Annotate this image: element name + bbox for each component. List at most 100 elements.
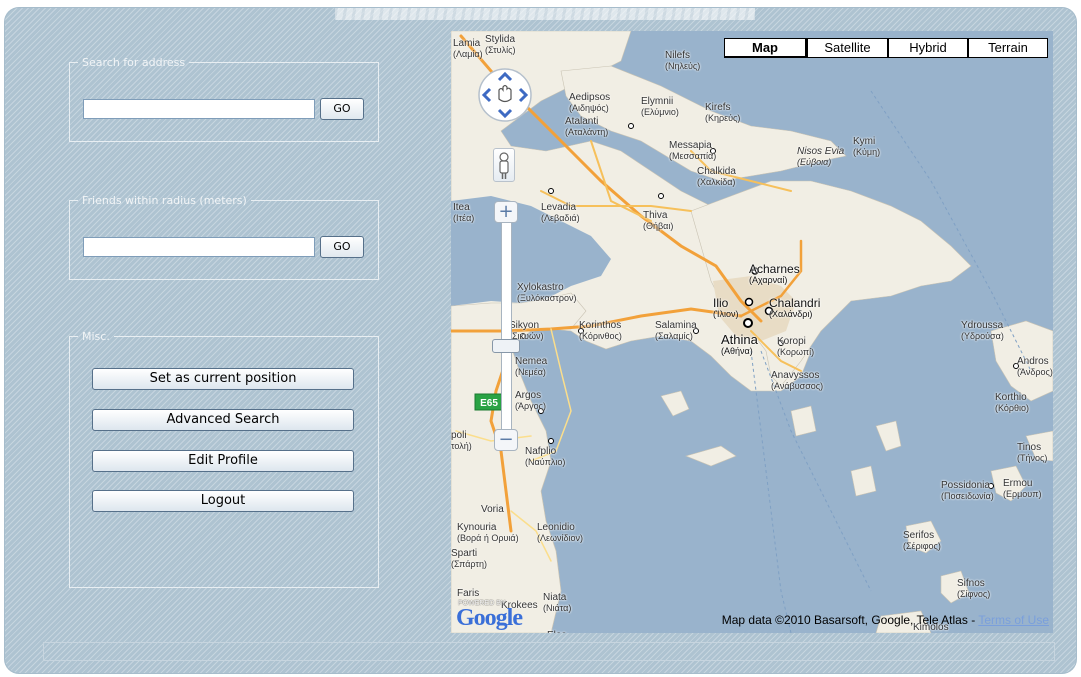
map-type-terrain-button[interactable]: Terrain xyxy=(968,38,1048,58)
misc-legend: Misc. xyxy=(82,330,110,343)
advanced-search-button[interactable]: Advanced Search xyxy=(92,409,354,431)
map-label-name: Tinos xyxy=(1017,442,1042,453)
map-label-name: Korinthos xyxy=(579,320,622,331)
map-label-greek: (Ερμουπ) xyxy=(1003,488,1042,499)
map-label-name: Ilio xyxy=(713,296,729,310)
map-label-name: Nilefs xyxy=(665,50,691,61)
logout-button[interactable]: Logout xyxy=(92,490,354,512)
map-label-name: Sparti xyxy=(451,548,478,559)
map-label-greek: (Λεωνίδιον) xyxy=(537,532,584,543)
map-label-elymnii: Elymnii (Ελύμνιο) xyxy=(641,96,679,117)
map-label-name: Levadia xyxy=(541,202,577,213)
friends-radius-panel: Friends within radius (meters) GO xyxy=(69,194,379,280)
map-label-greek: (Σαλαμίς) xyxy=(655,330,693,341)
map-label-greek: (Ιτέα) xyxy=(453,212,475,223)
edit-profile-button[interactable]: Edit Profile xyxy=(92,450,354,472)
map-label-greek: (Σέριφος) xyxy=(903,540,941,551)
map-label-name: Athina xyxy=(721,332,758,347)
map-label-faris: Faris xyxy=(457,588,479,600)
map-label-name: Elymnii xyxy=(641,96,674,107)
set-current-position-button[interactable]: Set as current position xyxy=(92,368,354,390)
map-label-name: Ydroussa xyxy=(961,320,1004,331)
map-label-name: Chalkida xyxy=(697,166,736,177)
map-label-name: Sikyon xyxy=(509,320,540,331)
map-label-greek: τολή) xyxy=(451,440,472,451)
map-label-name: Chalandri xyxy=(769,296,821,310)
map-label-greek: (Αταλάντη) xyxy=(565,126,609,137)
map-label-ermou: Ermou (Ερμουπ) xyxy=(1003,478,1042,499)
map-label-name: Nemea xyxy=(515,356,548,367)
map-label-name: Koropi xyxy=(777,336,806,347)
map-label-levadia: Levadia (Λεβαδιά) xyxy=(541,202,580,223)
map-label-greek: (Κόρθιο) xyxy=(995,402,1030,413)
map-label-athina: Athina (Αθήνα) xyxy=(721,333,758,356)
map-label-kymi: Kymi (Κύμη) xyxy=(853,136,880,157)
kythnos-island xyxy=(850,465,877,497)
zoom-out-button[interactable]: − xyxy=(494,429,518,451)
map-label-aedipsos: Aedipsos (Αιδηψός) xyxy=(569,92,610,113)
map-label-greek: (Χαλκίδα) xyxy=(697,176,736,187)
radius-go-button[interactable]: GO xyxy=(320,236,364,258)
map-label-name: Kirefs xyxy=(705,102,731,113)
map-label-greek: (Κηρεύς) xyxy=(705,112,741,123)
google-logo[interactable]: POWERED BY Google xyxy=(455,599,533,631)
top-decoration xyxy=(335,8,755,20)
map-label-greek: (Εύβοια) xyxy=(797,156,832,167)
map-label-messapia: Messapia (Μεσσαπία) xyxy=(669,140,716,161)
address-input[interactable] xyxy=(83,99,315,119)
map-label-greek: (Ξυλόκαστρον) xyxy=(517,292,577,303)
hydra-island xyxy=(685,445,737,467)
map-type-hybrid-button[interactable]: Hybrid xyxy=(888,38,968,58)
street-view-pegman[interactable] xyxy=(493,148,515,182)
map-label-greek: (Λαμία) xyxy=(453,48,483,59)
map-label-niata: Niata (Νιάτα) xyxy=(543,592,572,613)
map-label-greek: (Στυλίς) xyxy=(485,44,516,55)
map-label-name: Salamina xyxy=(655,320,697,331)
map-type-satellite-button[interactable]: Satellite xyxy=(807,38,888,58)
map-label-name: Thiva xyxy=(643,210,668,221)
attribution-text: Map data ©2010 Basarsoft, Google, Tele A… xyxy=(721,613,979,627)
zoom-slider-track[interactable] xyxy=(501,217,512,445)
map-label-name: Kynouria xyxy=(457,522,497,533)
map-label-korthio: Korthio (Κόρθιο) xyxy=(995,392,1030,413)
footer-bar xyxy=(43,642,1055,661)
map-label-korinthos: Korinthos (Κόρινθος) xyxy=(579,320,622,341)
map-label-kynouria: Kynouria (Βορά ή Ορυιά) xyxy=(457,522,519,543)
map-label-nafplio: Nafplio (Ναύπλιο) xyxy=(525,446,565,467)
map-label-xylokastro: Xylokastro (Ξυλόκαστρον) xyxy=(517,282,577,303)
map-label-sifnos: Sifnos (Σίφνος) xyxy=(957,578,990,599)
map-label-greek: (Αθήνα) xyxy=(721,345,753,356)
search-address-legend: Search for address xyxy=(82,56,186,69)
map-label-greek: (Αχαρναί) xyxy=(749,274,788,285)
map-label-nemea: Nemea (Νεμέα) xyxy=(515,356,548,377)
map-label-nilefs: Nilefs (Νηλεύς) xyxy=(665,50,700,71)
zoom-slider-handle[interactable] xyxy=(492,339,520,353)
map-label-thiva: Thiva (Θήβαι) xyxy=(643,210,673,231)
map-label-name: Xylokastro xyxy=(517,282,564,293)
radius-input[interactable] xyxy=(83,237,315,257)
map-canvas[interactable]: E65 Lamia (Λαμία) Stylida (Στυλίς) Nilef… xyxy=(451,31,1053,633)
terms-of-use-link[interactable]: Terms of Use xyxy=(978,613,1049,627)
zoom-in-button[interactable]: + xyxy=(494,201,518,223)
map-type-map-button[interactable]: Map xyxy=(724,38,807,58)
pan-control[interactable] xyxy=(475,66,535,124)
map-label-itea: Itea (Ιτέα) xyxy=(453,202,475,223)
map-label-chalandri: Chalandri (Χαλάνδρι) xyxy=(769,297,820,319)
address-go-button[interactable]: GO xyxy=(320,98,364,120)
map-label-nisos-evia: Nisos Evia (Εύβοια) xyxy=(797,146,845,167)
map-label-greek: (Άργος) xyxy=(515,400,546,411)
map-label-greek: (Νιάτα) xyxy=(543,602,572,613)
map-label-greek: (Λεβαδιά) xyxy=(541,212,580,223)
map-label-sparti: Sparti (Σπάρτη) xyxy=(451,548,487,569)
search-address-panel: Search for address GO xyxy=(69,56,379,142)
map-label-greek: (Κόρινθος) xyxy=(579,330,622,341)
map-label-name: Leonidio xyxy=(537,522,575,533)
map-label-name: Nisos Evia xyxy=(797,146,845,157)
google-wordmark: Google xyxy=(456,605,523,631)
map-label-name: Ermou xyxy=(1003,478,1033,489)
map-label-name: Serifos xyxy=(903,530,935,541)
map-label-possidonia: Possidonia (Ποσειδωνία) xyxy=(941,480,994,501)
map-label-name: Itea xyxy=(453,202,470,213)
map-label-name: Korthio xyxy=(995,392,1027,403)
map-label-salamina: Salamina (Σαλαμίς) xyxy=(655,320,697,341)
